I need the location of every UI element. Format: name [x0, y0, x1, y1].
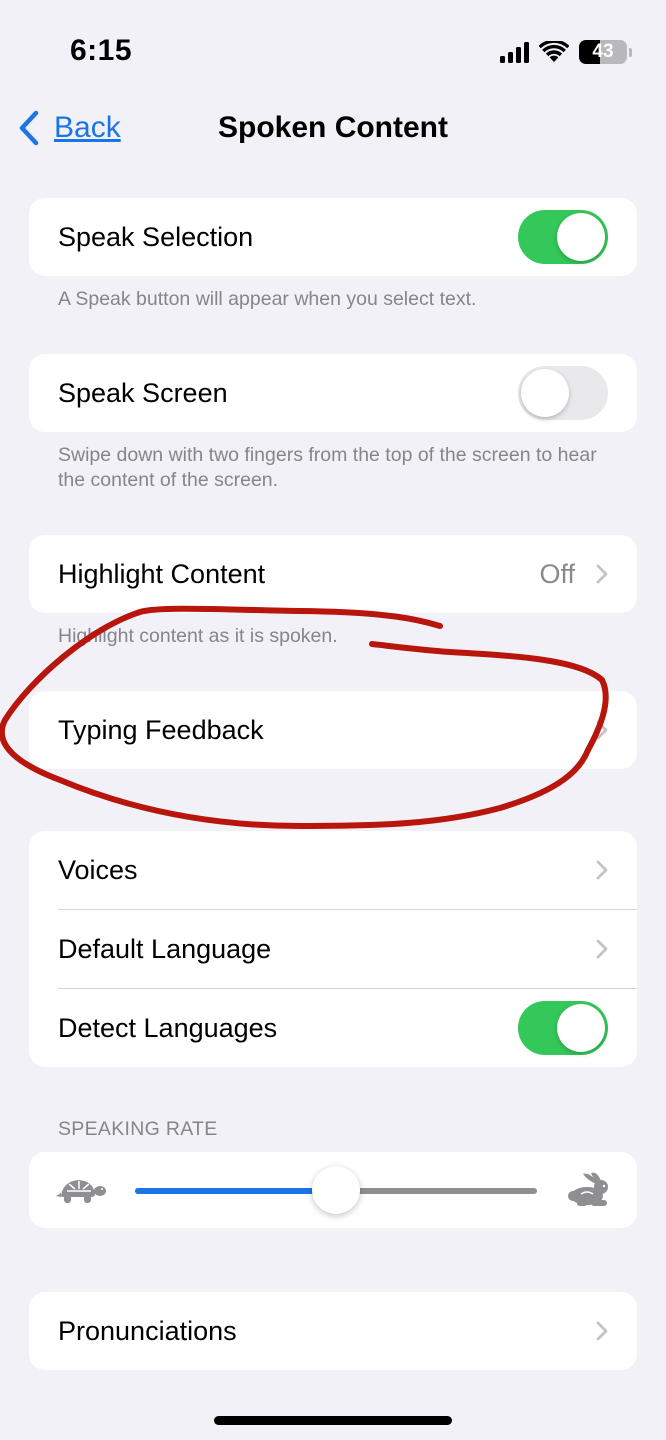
speak-selection-group: Speak Selection — [29, 198, 637, 276]
chevron-right-icon — [596, 939, 608, 959]
detect-languages-row: Detect Languages — [29, 989, 637, 1067]
wifi-icon — [539, 41, 569, 62]
status-time: 6:15 — [70, 34, 133, 67]
default-language-label: Default Language — [58, 933, 272, 964]
pronunciations-group: Pronunciations — [29, 1292, 637, 1370]
chevron-right-icon — [596, 1321, 608, 1341]
typing-feedback-row[interactable]: Typing Feedback — [29, 691, 637, 769]
speak-screen-label: Speak Screen — [58, 377, 228, 408]
status-icons: 43 — [500, 38, 632, 66]
speaking-rate-header: SPEAKING RATE — [58, 1118, 218, 1140]
cellular-signal-icon — [500, 41, 529, 63]
battery-percent: 43 — [592, 41, 614, 62]
detect-languages-label: Detect Languages — [58, 1012, 278, 1043]
speak-screen-group: Speak Screen — [29, 354, 637, 432]
chevron-right-icon — [596, 564, 608, 584]
pronunciations-row[interactable]: Pronunciations — [29, 1292, 637, 1370]
detect-languages-toggle[interactable] — [518, 1001, 608, 1055]
speak-screen-toggle[interactable] — [518, 366, 608, 420]
speak-selection-label: Speak Selection — [58, 221, 254, 252]
highlight-content-footnote: Highlight content as it is spoken. — [58, 625, 338, 647]
toggle-knob — [521, 369, 569, 417]
typing-feedback-label: Typing Feedback — [58, 714, 264, 745]
speaking-rate-track-filled — [135, 1188, 336, 1194]
spoken-content-screen: 6:15 43 Back Spoken Content Speak Select… — [0, 0, 666, 1440]
chevron-right-icon — [596, 860, 608, 880]
turtle-icon — [56, 1180, 106, 1203]
battery-cap — [629, 47, 632, 57]
highlight-content-group: Highlight Content Off — [29, 535, 637, 613]
speaking-rate-group — [29, 1152, 637, 1228]
home-indicator[interactable] — [214, 1416, 452, 1425]
highlight-content-row[interactable]: Highlight Content Off — [29, 535, 637, 613]
speak-screen-footnote: Swipe down with two fingers from the top… — [58, 444, 597, 491]
voices-row[interactable]: Voices — [29, 831, 637, 909]
highlight-content-label: Highlight Content — [58, 558, 266, 589]
speak-selection-row: Speak Selection — [29, 198, 637, 276]
page-title: Spoken Content — [218, 111, 448, 144]
rabbit-icon — [568, 1172, 608, 1206]
typing-feedback-group: Typing Feedback — [29, 691, 637, 769]
chevron-right-icon — [596, 720, 608, 740]
toggle-knob — [557, 213, 605, 261]
pronunciations-label: Pronunciations — [58, 1315, 237, 1346]
default-language-row[interactable]: Default Language — [29, 910, 637, 988]
speaking-rate-slider-row — [29, 1152, 637, 1228]
speak-screen-row: Speak Screen — [29, 354, 637, 432]
speak-selection-footnote: A Speak button will appear when you sele… — [58, 288, 477, 310]
voices-label: Voices — [58, 854, 138, 885]
battery-icon: 43 — [579, 40, 627, 64]
voices-group: Voices Default Language Detect Languages — [29, 831, 637, 1067]
speaking-rate-thumb[interactable] — [312, 1166, 360, 1214]
toggle-knob — [557, 1004, 605, 1052]
speak-selection-toggle[interactable] — [518, 210, 608, 264]
highlight-content-value: Off — [539, 558, 575, 589]
